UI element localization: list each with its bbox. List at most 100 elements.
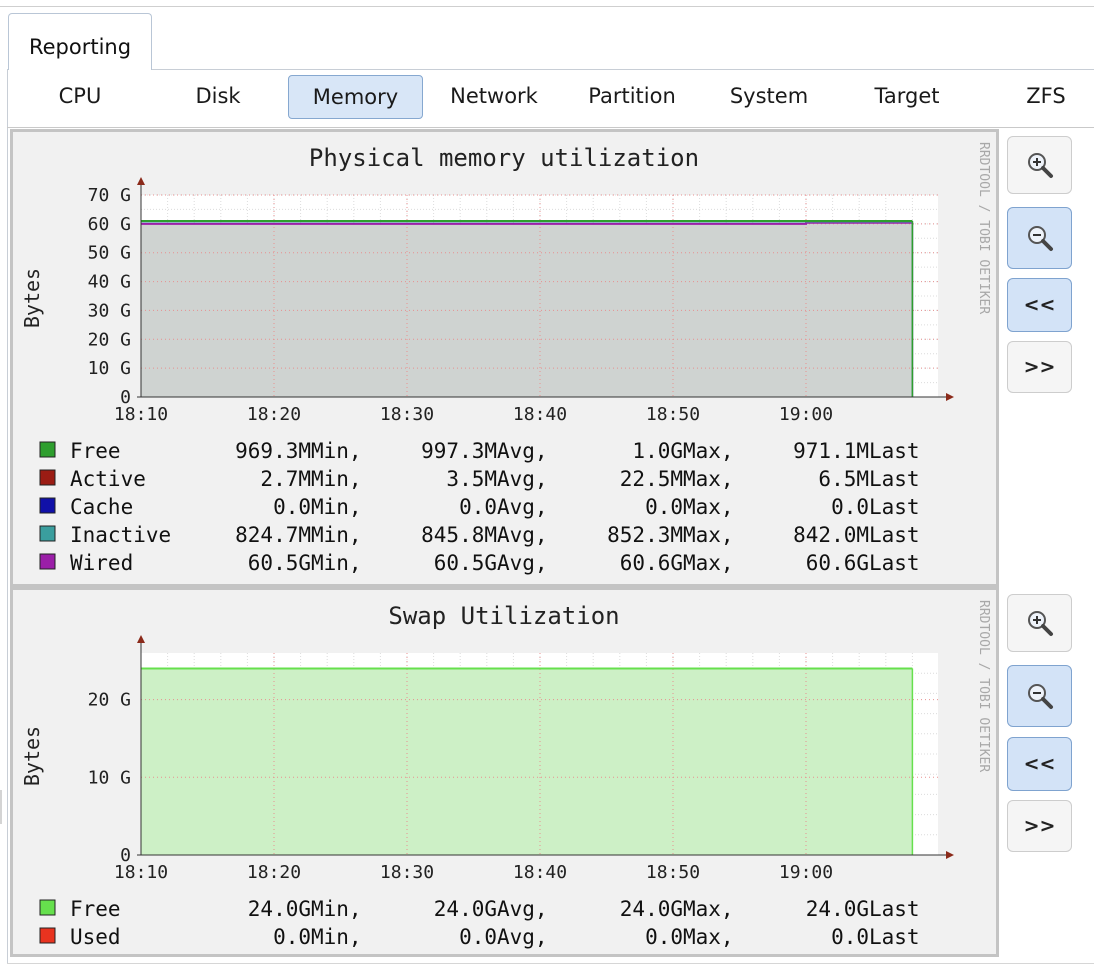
memory-legend-swatch [39, 469, 56, 486]
memory-legend-avg-suffix: Avg, [497, 523, 548, 547]
tab-disk-label: Disk [195, 84, 241, 108]
tab-cpu[interactable]: CPU [14, 75, 146, 119]
memory-zoom-in-button[interactable] [1007, 136, 1072, 194]
memory-legend-max-suffix: Max, [683, 495, 734, 519]
memory-x-tick: 18:40 [513, 404, 567, 425]
swap-zoom-out-button[interactable] [1007, 665, 1072, 727]
memory-legend-max: 0.0 [645, 495, 683, 519]
memory-graph-panel: 18:10 18:20 18:30 18:40 18:50 19:00 0 10 G 20 G3… [10, 129, 999, 587]
tab-partition[interactable]: Partition [566, 75, 698, 119]
swap-y-label: Bytes [20, 726, 44, 786]
memory-legend-min-suffix: Min, [311, 495, 362, 519]
tab-memory[interactable]: Memory [288, 75, 423, 119]
panel-border-left [7, 69, 8, 964]
swap-graph: 18:10 18:20 18:30 18:40 18:50 19:00010 G20 GS… [20, 600, 991, 949]
swap-legend-last-suffix: Last [869, 897, 920, 921]
swap-x-tick: 18:30 [380, 862, 434, 883]
memory-forward-button[interactable]: >> [1007, 341, 1072, 393]
memory-legend-avg-suffix: Avg, [497, 551, 548, 575]
memory-legend-max: 22.5M [620, 467, 683, 491]
memory-legend-last-suffix: Last [869, 439, 920, 463]
memory-legend-avg-suffix: Avg, [497, 467, 548, 491]
swap-legend-max: 24.0G [620, 897, 683, 921]
memory-legend-name: Inactive [70, 523, 171, 547]
swap-legend-avg-suffix: Avg, [497, 897, 548, 921]
memory-legend-last-suffix: Last [869, 495, 920, 519]
tab-system-label: System [729, 84, 809, 108]
memory-legend-min: 2.7M [260, 467, 311, 491]
memory-legend-min-suffix: Min, [311, 467, 362, 491]
memory-legend-avg-suffix: Avg, [497, 439, 548, 463]
tab-network[interactable]: Network [428, 75, 560, 119]
memory-legend-avg-suffix: Avg, [497, 495, 548, 519]
tabbar-divider [152, 69, 1094, 70]
scroll-indicator [0, 790, 2, 824]
memory-legend-name: Active [70, 467, 146, 491]
memory-legend-max: 60.6G [620, 551, 683, 575]
memory-legend-min-suffix: Min, [311, 523, 362, 547]
top-border [0, 6, 1094, 7]
memory-y-label: Bytes [20, 268, 44, 328]
memory-legend-max-suffix: Max, [683, 551, 734, 575]
memory-legend-avg: 845.8M [421, 523, 497, 547]
memory-legend-name: Free [70, 439, 121, 463]
memory-back-button[interactable]: << [1007, 278, 1072, 332]
swap-y-arrow [137, 635, 145, 643]
memory-legend-max-suffix: Max, [683, 467, 734, 491]
memory-x-tick: 19:00 [779, 404, 833, 425]
swap-legend-max-suffix: Max, [683, 925, 734, 949]
tab-target[interactable]: Target [841, 75, 973, 119]
memory-y-tick: 50 G [88, 243, 131, 264]
memory-legend-min: 969.3M [235, 439, 311, 463]
memory-legend-swatch [39, 553, 56, 570]
swap-legend-swatch [39, 899, 56, 916]
swap-x-tick: 19:00 [779, 862, 833, 883]
memory-legend-last-suffix: Last [869, 467, 920, 491]
tab-zfs-label: ZFS [1026, 84, 1066, 108]
memory-y-arrow [137, 177, 145, 185]
memory-legend-max: 1.0G [632, 439, 683, 463]
subtabs-divider [7, 127, 1094, 128]
memory-legend-min: 0.0 [273, 495, 311, 519]
memory-legend-avg: 0.0 [459, 495, 497, 519]
memory-x-tick: 18:20 [247, 404, 301, 425]
swap-zoom-in-button[interactable] [1007, 594, 1072, 652]
swap-back-label: << [1023, 753, 1056, 775]
swap-x-arrow [946, 851, 954, 859]
swap-y-tick: 10 G [88, 767, 131, 788]
swap-legend-max: 0.0 [645, 925, 683, 949]
memory-x-tick: 18:30 [380, 404, 434, 425]
tab-zfs[interactable]: ZFS [980, 75, 1094, 119]
swap-x-tick: 18:20 [247, 862, 301, 883]
memory-x-tick: 18:50 [646, 404, 700, 425]
swap-graph-title: Swap Utilization [388, 602, 619, 630]
memory-back-label: << [1023, 294, 1056, 316]
swap-x-tick: 18:50 [646, 862, 700, 883]
zoom-in-icon [1027, 153, 1053, 178]
swap-legend-name: Used [70, 925, 121, 949]
memory-zoom-out-button[interactable] [1007, 207, 1072, 269]
memory-legend-max-suffix: Max, [683, 523, 734, 547]
memory-y-tick: 10 G [88, 358, 131, 379]
swap-legend-min: 0.0 [273, 925, 311, 949]
memory-x-arrow [946, 393, 954, 401]
swap-graph-panel: 18:10 18:20 18:30 18:40 18:50 19:00 0 10 G 20 GS… [10, 587, 999, 957]
memory-legend-avg: 997.3M [421, 439, 497, 463]
swap-legend-max-suffix: Max, [683, 897, 734, 921]
memory-graph: 18:10 18:20 18:30 18:40 18:50 19:00010 G20 G3… [20, 142, 991, 575]
tab-disk[interactable]: Disk [152, 75, 284, 119]
swap-back-button[interactable]: << [1007, 737, 1072, 791]
memory-legend-name: Wired [70, 551, 133, 575]
tab-system[interactable]: System [703, 75, 835, 119]
memory-legend-last: 0.0 [831, 495, 869, 519]
swap-legend-avg-suffix: Avg, [497, 925, 548, 949]
memory-y-tick: 40 G [88, 272, 131, 293]
swap-x-tick: 18:40 [513, 862, 567, 883]
tab-reporting[interactable]: Reporting [8, 13, 152, 70]
memory-forward-label: >> [1023, 356, 1056, 378]
swap-y-tick: 20 G [88, 690, 131, 711]
memory-y-tick: 60 G [88, 214, 131, 235]
memory-legend-avg: 3.5M [446, 467, 497, 491]
swap-forward-button[interactable]: >> [1007, 800, 1072, 852]
tab-partition-label: Partition [588, 84, 676, 108]
